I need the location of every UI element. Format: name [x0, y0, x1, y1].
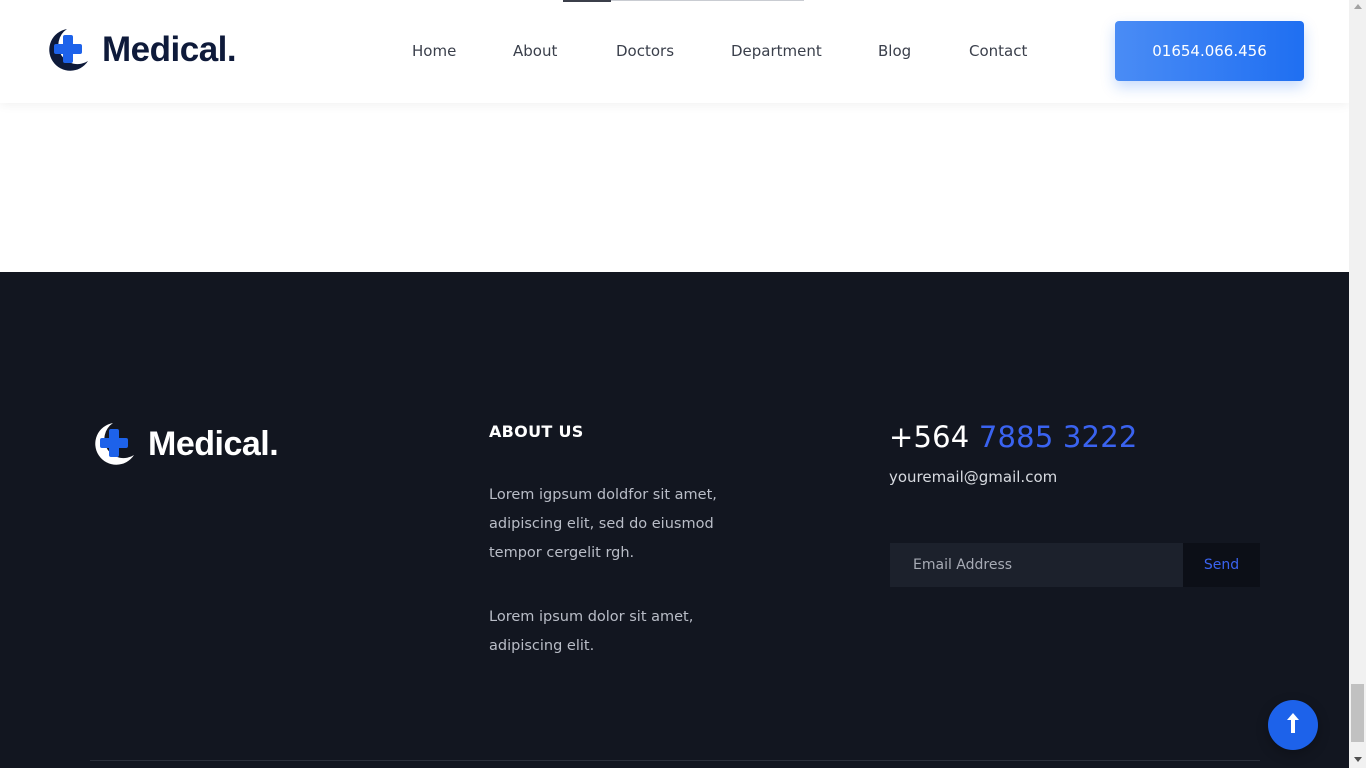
newsletter-form: Send — [890, 543, 1260, 587]
medical-cross-logo-icon — [44, 27, 90, 73]
phone-prefix: +564 — [889, 420, 979, 454]
back-to-top-button[interactable] — [1268, 700, 1318, 750]
scroll-down-arrow-icon[interactable] — [1354, 757, 1362, 762]
nav-home[interactable]: Home — [412, 40, 456, 62]
site-header: Medical. Home About Doctors Department B… — [0, 0, 1349, 103]
arrow-up-icon — [1284, 712, 1302, 738]
nav-department[interactable]: Department — [731, 40, 822, 62]
nav-contact[interactable]: Contact — [969, 40, 1027, 62]
slider-indicator-track — [611, 0, 804, 1]
footer-divider — [90, 760, 1260, 761]
nav-about[interactable]: About — [513, 40, 557, 62]
phone-button[interactable]: 01654.066.456 — [1115, 21, 1304, 81]
medical-cross-logo-icon — [90, 421, 136, 467]
scrollbar-thumb[interactable] — [1351, 684, 1364, 742]
send-button[interactable]: Send — [1183, 543, 1260, 587]
about-us-heading: ABOUT US — [489, 422, 584, 441]
about-paragraph-1: Lorem igpsum doldfor sit amet, adipiscin… — [489, 487, 717, 561]
contact-phone[interactable]: +564 7885 3222 — [889, 420, 1138, 454]
nav-doctors[interactable]: Doctors — [616, 40, 674, 62]
slider-indicator-active — [563, 0, 611, 2]
about-paragraph-2: Lorem ipsum dolor sit amet, adipiscing e… — [489, 609, 694, 654]
phone-number-highlight: 7885 3222 — [978, 420, 1138, 454]
site-footer: Medical. ABOUT US Lorem igpsum doldfor s… — [0, 272, 1349, 768]
header-logo[interactable]: Medical. — [44, 27, 237, 73]
footer-brand-name: Medical. — [148, 425, 279, 463]
brand-name: Medical. — [102, 30, 237, 69]
nav-blog[interactable]: Blog — [878, 40, 911, 62]
email-input[interactable] — [890, 543, 1183, 587]
page-scrollbar[interactable] — [1349, 0, 1366, 768]
footer-logo[interactable]: Medical. — [90, 421, 279, 467]
contact-email[interactable]: youremail@gmail.com — [889, 468, 1057, 486]
scroll-up-arrow-icon[interactable] — [1354, 4, 1362, 9]
